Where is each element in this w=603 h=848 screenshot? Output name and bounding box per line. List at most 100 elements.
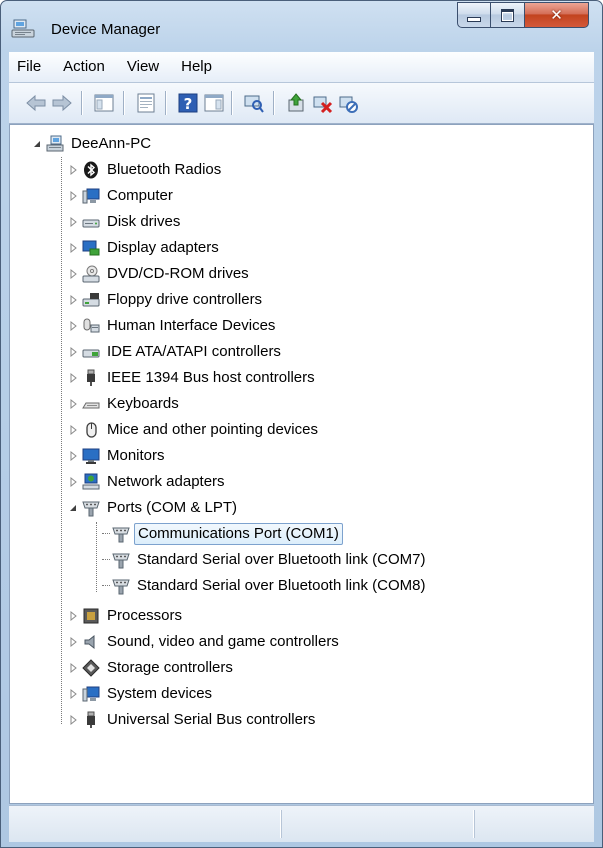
menu-bar: File Action View Help (9, 52, 594, 83)
sound-icon (84, 634, 95, 650)
expand-arrow-icon[interactable] (68, 295, 78, 305)
minimize-button[interactable] (457, 2, 491, 28)
expand-arrow-icon[interactable] (68, 165, 78, 175)
back-arrow-icon[interactable] (25, 92, 47, 114)
tree-item-com8[interactable]: Standard Serial over Bluetooth link (COM… (102, 575, 428, 597)
tree-item-com1[interactable]: Communications Port (COM1) (102, 523, 343, 545)
expand-arrow-icon[interactable] (68, 399, 78, 409)
toolbar-separator (123, 91, 124, 115)
mouse-icon (86, 422, 97, 438)
tree-connector (102, 533, 110, 535)
svg-text:?: ? (184, 95, 193, 113)
tree-item-label: IEEE 1394 Bus host controllers (107, 369, 315, 386)
update-driver-icon[interactable] (285, 92, 307, 114)
tree-item-processors[interactable]: Processors (68, 605, 185, 627)
uninstall-device-icon[interactable] (311, 92, 333, 114)
expand-arrow-icon[interactable] (68, 347, 78, 357)
expand-arrow-icon[interactable] (68, 477, 78, 487)
tree-item-keyboards[interactable]: Keyboards (68, 393, 182, 415)
expand-arrow-icon[interactable] (68, 689, 78, 699)
tree-item-ieee-1394[interactable]: IEEE 1394 Bus host controllers (68, 367, 318, 389)
minimize-icon (467, 16, 481, 22)
expand-arrow-icon[interactable] (68, 373, 78, 383)
tree-item-label: Ports (COM & LPT) (107, 499, 238, 516)
expand-arrow-icon[interactable] (68, 321, 78, 331)
toolbar: ? (9, 83, 594, 124)
tree-item-disk-drives[interactable]: Disk drives (68, 211, 183, 233)
expand-arrow-icon[interactable] (68, 451, 78, 461)
tree-item-usb-controllers[interactable]: Universal Serial Bus controllers (68, 709, 318, 731)
menu-file[interactable]: File (9, 52, 52, 82)
processor-icon (83, 608, 99, 624)
tree-item-network-adapters[interactable]: Network adapters (68, 471, 228, 493)
tree-item-floppy-drive-controllers[interactable]: Floppy drive controllers (68, 289, 265, 311)
tree-item-system-devices[interactable]: System devices (68, 683, 215, 705)
disable-device-icon[interactable] (337, 92, 359, 114)
expand-arrow-icon[interactable] (68, 191, 78, 201)
status-bar (9, 805, 594, 842)
expand-arrow-icon[interactable] (68, 611, 78, 621)
tree-item-ide-controllers[interactable]: IDE ATA/ATAPI controllers (68, 341, 284, 363)
tree-item-label: Human Interface Devices (107, 317, 276, 334)
system-devices-icon (82, 686, 100, 702)
tree-connector (102, 585, 110, 587)
collapse-arrow-icon[interactable] (32, 139, 42, 149)
menu-view[interactable]: View (116, 52, 170, 82)
close-button[interactable]: ✕ (525, 2, 589, 28)
display-adapter-icon (82, 240, 100, 256)
tree-item-label: Communications Port (COM1) (134, 523, 343, 545)
floppy-controller-icon (82, 293, 100, 307)
tree-item-label: Standard Serial over Bluetooth link (COM… (137, 577, 426, 594)
show-hide-console-tree-icon[interactable] (93, 92, 115, 114)
tree-item-label: Disk drives (107, 213, 181, 230)
expand-arrow-icon[interactable] (68, 425, 78, 435)
properties-icon[interactable] (135, 92, 157, 114)
tree-connector (102, 559, 110, 561)
tree-item-ports[interactable]: Ports (COM & LPT) (68, 497, 240, 519)
expand-arrow-icon[interactable] (68, 243, 78, 253)
usb-icon (87, 711, 95, 728)
tree-item-monitors[interactable]: Monitors (68, 445, 168, 467)
tree-item-label: Universal Serial Bus controllers (107, 711, 316, 728)
tree-item-label: Computer (107, 187, 173, 204)
status-segment (474, 810, 475, 838)
tree-item-display-adapters[interactable]: Display adapters (68, 237, 222, 259)
scan-hardware-changes-icon[interactable] (243, 92, 265, 114)
toolbar-separator (165, 91, 166, 115)
device-tree[interactable]: DeeAnn-PC Bluetooth Radios Computer Disk… (9, 124, 594, 804)
tree-item-label: Mice and other pointing devices (107, 421, 318, 438)
expand-arrow-icon[interactable] (68, 663, 78, 673)
tree-item-com7[interactable]: Standard Serial over Bluetooth link (COM… (102, 549, 428, 571)
collapse-arrow-icon[interactable] (68, 503, 78, 513)
tree-item-sound[interactable]: Sound, video and game controllers (68, 631, 342, 653)
tree-item-dvd-drives[interactable]: DVD/CD-ROM drives (68, 263, 252, 285)
menu-action[interactable]: Action (52, 52, 116, 82)
tree-item-bluetooth-radios[interactable]: Bluetooth Radios (68, 159, 224, 181)
ide-controller-icon (82, 349, 100, 358)
tree-item-label: Display adapters (107, 239, 219, 256)
menu-help[interactable]: Help (170, 52, 223, 82)
tree-item-label: Storage controllers (107, 659, 233, 676)
bluetooth-icon (84, 161, 98, 179)
title-bar[interactable]: Device Manager ✕ (1, 1, 602, 46)
tree-item-human-interface-devices[interactable]: Human Interface Devices (68, 315, 278, 337)
forward-arrow-icon[interactable] (51, 92, 73, 114)
tree-item-computer[interactable]: Computer (68, 185, 176, 207)
expand-arrow-icon[interactable] (68, 637, 78, 647)
show-action-pane-icon[interactable] (203, 92, 225, 114)
expand-arrow-icon[interactable] (68, 217, 78, 227)
monitor-icon (82, 448, 100, 464)
tree-item-label: Processors (107, 607, 183, 624)
expand-arrow-icon[interactable] (68, 715, 78, 725)
maximize-button[interactable] (491, 2, 525, 28)
help-icon[interactable]: ? (177, 92, 199, 114)
device-manager-window: Device Manager ✕ File Action View Help ?… (0, 0, 603, 848)
tree-item-storage-controllers[interactable]: Storage controllers (68, 657, 236, 679)
expand-arrow-icon[interactable] (68, 269, 78, 279)
tree-item-label: Floppy drive controllers (107, 291, 263, 308)
tree-item-mice[interactable]: Mice and other pointing devices (68, 419, 321, 441)
tree-item-label: DVD/CD-ROM drives (107, 265, 249, 282)
maximize-icon (501, 8, 514, 22)
status-segment (281, 810, 282, 838)
tree-root[interactable]: DeeAnn-PC (32, 133, 154, 155)
